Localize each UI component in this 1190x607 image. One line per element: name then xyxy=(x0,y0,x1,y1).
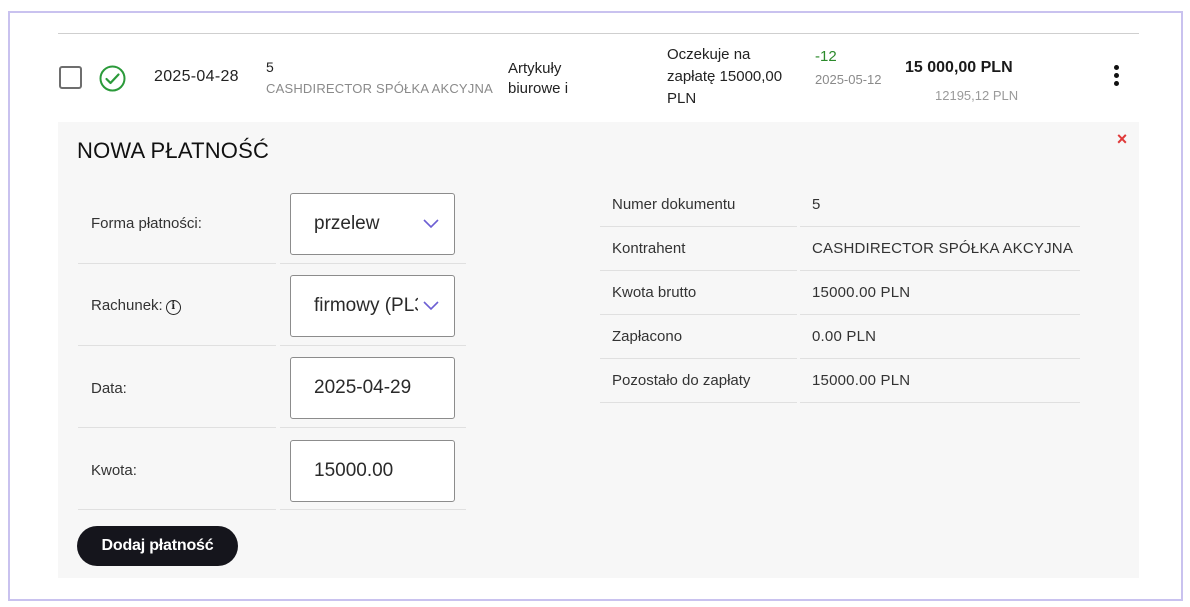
form-row-date: Data: 2025-04-29 xyxy=(78,346,466,428)
account-label: Rachunek: i xyxy=(91,297,181,315)
row-amount: 15 000,00 PLN xyxy=(905,59,1013,76)
table-row[interactable]: 2025-04-28 5 CASHDIRECTOR SPÓŁKA AKCYJNA… xyxy=(58,34,1139,122)
date-input[interactable]: 2025-04-29 xyxy=(290,357,455,419)
row-date: 2025-04-28 xyxy=(154,68,239,85)
chevron-down-icon xyxy=(423,219,439,229)
add-payment-button[interactable]: Dodaj płatność xyxy=(77,526,238,566)
info-label: Kontrahent xyxy=(612,240,686,257)
amount-input[interactable]: 15000.00 xyxy=(290,440,455,502)
row-category: Artykuły biurowe i xyxy=(508,60,569,97)
account-select[interactable]: firmowy (PL3 xyxy=(290,275,455,337)
close-icon[interactable]: × xyxy=(1114,130,1130,148)
info-value: 15000.00 PLN xyxy=(812,372,911,389)
method-label: Forma płatności: xyxy=(91,215,202,232)
row-checkbox[interactable] xyxy=(59,66,82,89)
row-status: Oczekuje na zapłatę 15000,00 PLN xyxy=(667,46,783,107)
date-label: Data: xyxy=(91,380,127,397)
date-value: 2025-04-29 xyxy=(314,377,412,398)
info-value: 5 xyxy=(812,196,821,213)
panel-title: NOWA PŁATNOŚĆ xyxy=(77,138,270,163)
info-label: Numer dokumentu xyxy=(612,196,736,213)
row-contractor: CASHDIRECTOR SPÓŁKA AKCYJNA xyxy=(266,81,493,96)
divider xyxy=(78,509,276,510)
row-due-date: 2025-05-12 xyxy=(815,72,882,87)
form-row-method: Forma płatności: przelew xyxy=(78,182,466,264)
info-label: Zapłacono xyxy=(612,328,683,345)
info-label: Kwota brutto xyxy=(612,284,697,301)
info-row: Numer dokumentu 5 xyxy=(600,183,1080,227)
form-row-amount: Kwota: 15000.00 xyxy=(78,428,466,510)
amount-value: 15000.00 xyxy=(314,460,394,481)
info-row: Kontrahent CASHDIRECTOR SPÓŁKA AKCYJNA xyxy=(600,227,1080,271)
amount-label: Kwota: xyxy=(91,462,137,479)
form-row-account: Rachunek: i firmowy (PL3 xyxy=(78,264,466,346)
info-row: Pozostało do zapłaty 15000.00 PLN xyxy=(600,359,1080,403)
info-value: 15000.00 PLN xyxy=(812,284,911,301)
info-icon[interactable]: i xyxy=(165,300,181,315)
document-info-table: Numer dokumentu 5 Kontrahent CASHDIRECTO… xyxy=(600,183,1080,403)
row-amount-net: 12195,12 PLN xyxy=(935,88,1019,103)
info-value: 0.00 PLN xyxy=(812,328,877,345)
chevron-down-icon xyxy=(423,301,439,311)
info-row: Kwota brutto 15000.00 PLN xyxy=(600,271,1080,315)
row-days-overdue: -12 xyxy=(815,48,837,65)
info-value: CASHDIRECTOR SPÓŁKA AKCYJNA xyxy=(812,240,1074,257)
divider xyxy=(280,509,466,510)
account-label-text: Rachunek: xyxy=(91,297,163,314)
info-label: Pozostało do zapłaty xyxy=(612,372,751,389)
row-doc-number: 5 xyxy=(266,59,274,75)
payment-method-value: przelew xyxy=(314,213,380,234)
more-vertical-icon[interactable] xyxy=(1111,65,1121,91)
new-payment-panel: NOWA PŁATNOŚĆ × Forma płatności: przelew… xyxy=(58,122,1139,578)
info-row: Zapłacono 0.00 PLN xyxy=(600,315,1080,359)
check-circle-icon xyxy=(99,65,126,92)
payment-method-select[interactable]: przelew xyxy=(290,193,455,255)
account-value: firmowy (PL3 xyxy=(314,295,418,316)
